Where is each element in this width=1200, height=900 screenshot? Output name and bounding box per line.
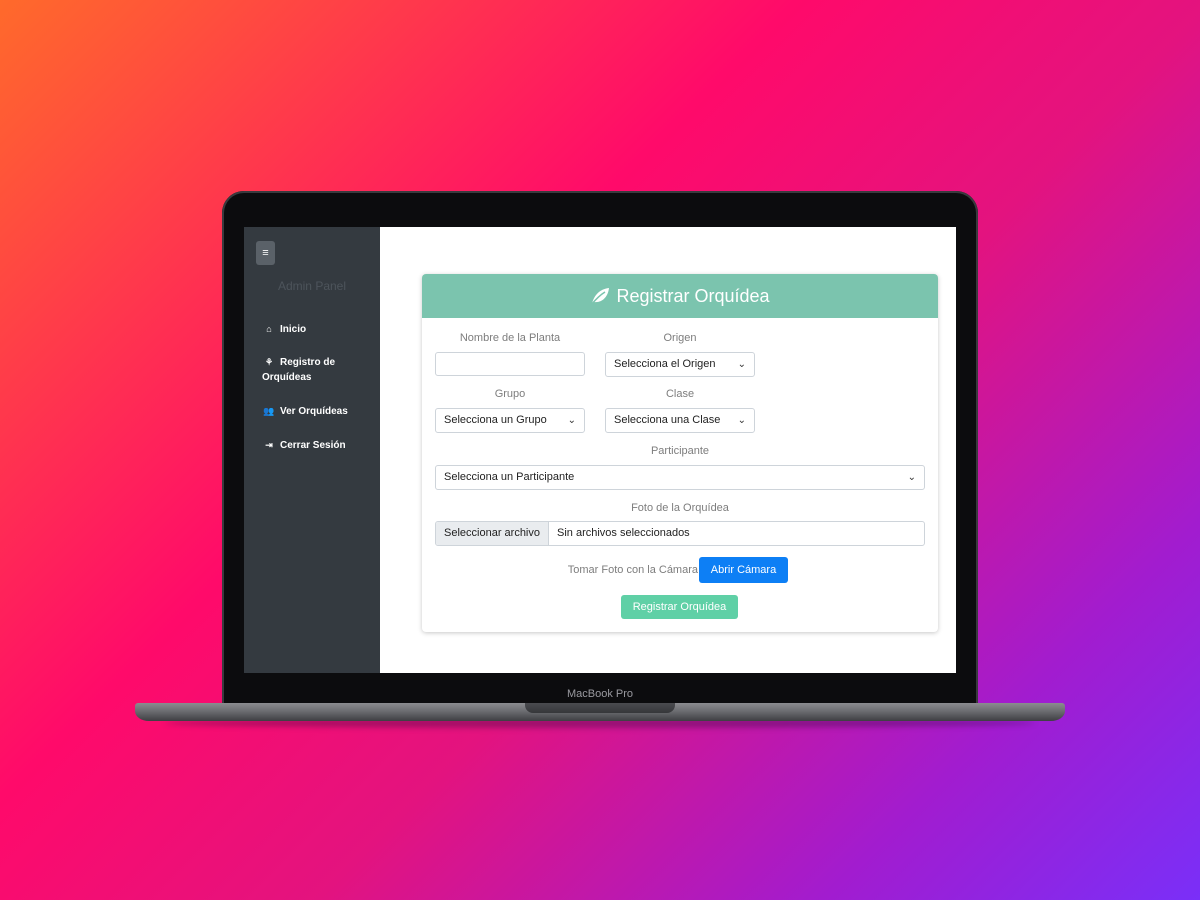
camera-label: Tomar Foto con la Cámara — [567, 564, 698, 576]
sign-out-icon: ⇥ — [265, 440, 273, 450]
laptop-hinge-notch — [525, 703, 675, 713]
participant-label: Participante — [650, 445, 710, 457]
open-camera-button[interactable]: Abrir Cámara — [699, 557, 788, 583]
group-label: Grupo — [494, 388, 526, 400]
home-icon: ⌂ — [266, 324, 272, 334]
photo-file-input[interactable]: Seleccionar archivo Sin archivos selecci… — [435, 521, 925, 546]
sidebar-title: Admin Panel — [277, 279, 347, 293]
sidebar-item-label: Ver Orquídeas — [280, 406, 348, 417]
menu-toggle-button[interactable]: ≡ — [256, 241, 275, 265]
participant-select[interactable]: Selecciona un Participante ⌄ — [435, 465, 925, 490]
group-selected-value: Selecciona un Grupo — [444, 414, 547, 426]
chevron-down-icon: ⌄ — [907, 472, 916, 483]
plant-name-input[interactable] — [435, 352, 585, 376]
sidebar-item-inicio[interactable]: ⌂ Inicio — [262, 322, 372, 337]
hamburger-icon: ≡ — [262, 247, 269, 259]
leaf-icon — [590, 277, 610, 321]
group-select[interactable]: Selecciona un Grupo ⌄ — [435, 408, 585, 433]
sidebar-item-cerrar-sesion[interactable]: ⇥ Cerrar Sesión — [262, 438, 372, 453]
origin-select[interactable]: Selecciona el Origen ⌄ — [605, 352, 755, 377]
screen: ≡ Admin Panel ⌂ Inicio ⚘ Registro de Orquí… — [244, 227, 956, 673]
class-selected-value: Selecciona una Clase — [614, 414, 721, 426]
chevron-down-icon: ⌄ — [737, 359, 746, 370]
users-icon: 👥 — [263, 406, 275, 416]
chevron-down-icon: ⌄ — [737, 415, 746, 426]
card-header: Registrar Orquídea — [422, 274, 938, 318]
sidebar-item-label: Inicio — [280, 324, 307, 335]
register-orchid-button[interactable]: Registrar Orquídea — [621, 595, 738, 619]
sidebar-item-registro[interactable]: ⚘ Registro de Orquídeas — [262, 355, 372, 385]
device-brand-label: MacBook Pro — [566, 688, 634, 700]
plant-name-label: Nombre de la Planta — [459, 332, 561, 344]
sidebar-item-label: Cerrar Sesión — [280, 440, 346, 451]
class-select[interactable]: Selecciona una Clase ⌄ — [605, 408, 755, 433]
register-orchid-card: Registrar Orquídea Nombre de la Planta O… — [422, 274, 938, 632]
class-label: Clase — [665, 388, 695, 400]
seedling-icon: ⚘ — [264, 357, 274, 367]
chevron-down-icon: ⌄ — [567, 415, 576, 426]
origin-selected-value: Selecciona el Origen — [614, 358, 716, 370]
file-status-text: Sin archivos seleccionados — [557, 527, 690, 539]
sidebar-item-ver-orquideas[interactable]: 👥 Ver Orquídeas — [262, 404, 372, 419]
card-title: Registrar Orquídea — [616, 286, 770, 306]
photo-label: Foto de la Orquídea — [631, 502, 729, 514]
choose-file-button[interactable]: Seleccionar archivo — [436, 522, 549, 545]
participant-selected-value: Selecciona un Participante — [444, 471, 575, 483]
sidebar: ≡ Admin Panel ⌂ Inicio ⚘ Registro de Orquí… — [244, 227, 380, 673]
origin-label: Origen — [663, 332, 697, 344]
